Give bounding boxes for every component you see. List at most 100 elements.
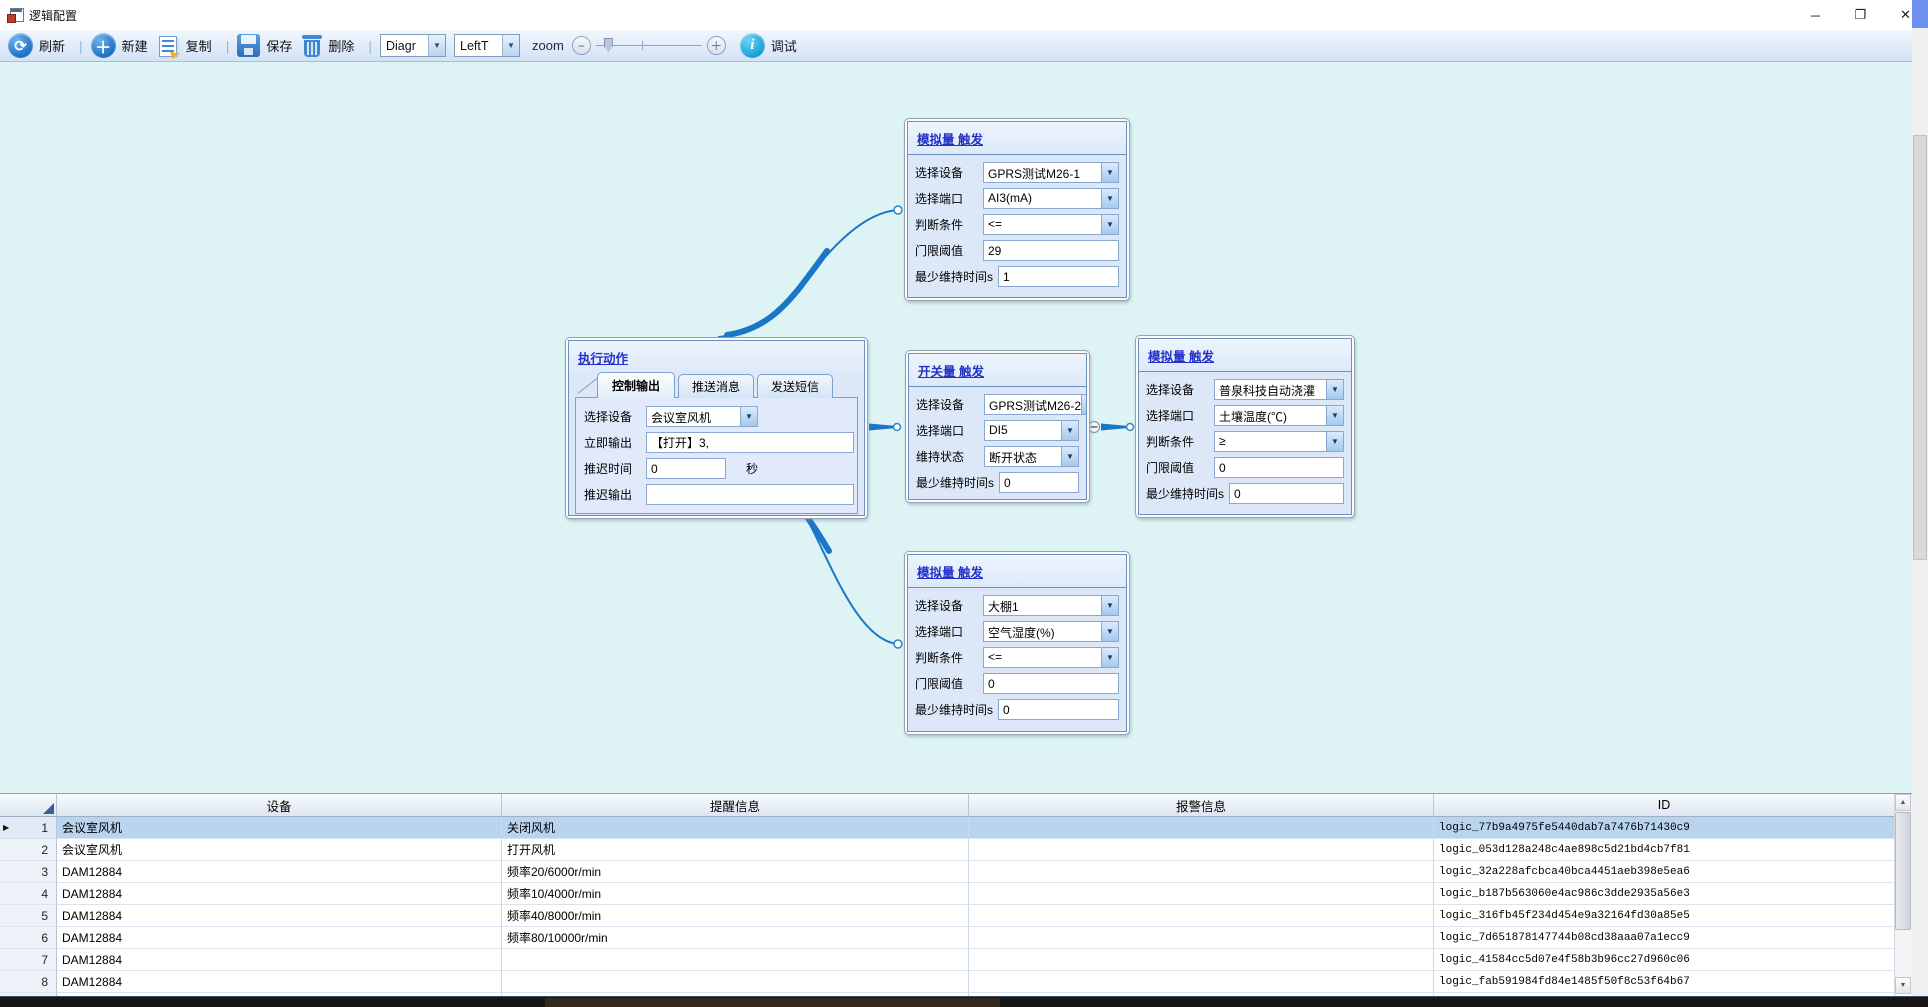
alarm-cell[interactable] <box>969 817 1434 839</box>
column-header-ID[interactable]: ID <box>1434 794 1895 817</box>
chevron-down-icon[interactable]: ▼ <box>1101 622 1118 641</box>
chevron-down-icon[interactable]: ▼ <box>1101 215 1118 234</box>
device-cell[interactable]: DAM12884 <box>57 861 502 883</box>
debug-button[interactable]: i 调试 <box>740 33 797 58</box>
zoom-out-button[interactable]: − <box>572 36 591 55</box>
table-row[interactable]: 8DAM12884logic_fab591984fd84e1485f50f8c5… <box>0 971 1912 993</box>
row-number-cell[interactable]: 2 <box>0 839 57 861</box>
message-cell[interactable]: 频率40/8000r/min <box>502 905 969 927</box>
analog_bottom-field-input[interactable] <box>983 673 1119 694</box>
id-cell[interactable]: logic_053d128a248c4ae898c5d21bd4cb7f81 <box>1434 839 1895 861</box>
column-header-提醒信息[interactable]: 提醒信息 <box>502 794 969 817</box>
message-cell[interactable] <box>502 949 969 971</box>
chevron-down-icon[interactable]: ▼ <box>1101 648 1118 667</box>
table-row[interactable]: 2会议室风机打开风机logic_053d128a248c4ae898c5d21b… <box>0 839 1912 861</box>
chevron-down-icon[interactable]: ▼ <box>1326 406 1343 425</box>
message-cell[interactable]: 频率80/10000r/min <box>502 927 969 949</box>
table-row[interactable]: 3DAM12884频率20/6000r/minlogic_32a228afcbc… <box>0 861 1912 883</box>
chevron-down-icon[interactable]: ▼ <box>1061 421 1078 440</box>
switch-field-select[interactable]: DI5▼ <box>984 420 1079 441</box>
window-scrollbar[interactable] <box>1912 0 1928 996</box>
delete-button[interactable]: 删除 <box>302 34 354 58</box>
layout-direction-select[interactable]: LeftT ▼ <box>454 34 520 57</box>
column-header-设备[interactable]: 设备 <box>57 794 502 817</box>
connector-endpoint[interactable] <box>894 206 902 214</box>
action-field-input[interactable] <box>646 458 726 479</box>
scrollbar-thumb[interactable] <box>1895 812 1911 930</box>
diagram-type-select[interactable]: Diagr ▼ <box>380 34 446 57</box>
analog_right-field-input[interactable] <box>1229 483 1344 504</box>
row-number-cell[interactable]: 5 <box>0 905 57 927</box>
analog_bottom-field-input[interactable] <box>998 699 1119 720</box>
alarm-cell[interactable] <box>969 949 1434 971</box>
diagram-canvas[interactable]: 模拟量 触发选择设备GPRS测试M26-1▼选择端口AI3(mA)▼判断条件<=… <box>0 62 1928 793</box>
node-analog_top[interactable]: 模拟量 触发选择设备GPRS测试M26-1▼选择端口AI3(mA)▼判断条件<=… <box>904 118 1130 301</box>
id-cell[interactable]: logic_32a228afcbca40bca4451aeb398e5ea6 <box>1434 861 1895 883</box>
connector[interactable] <box>869 424 901 431</box>
connector-endpoint[interactable] <box>1127 424 1134 431</box>
device-cell[interactable]: DAM12884 <box>57 927 502 949</box>
node-action[interactable]: 执行动作控制输出推送消息发送短信选择设备会议室风机▼立即输出推迟时间秒推迟输出 <box>565 337 868 519</box>
id-cell[interactable]: logic_b187b563060e4ac986c3dde2935a56e3 <box>1434 883 1895 905</box>
node-analog_right[interactable]: 模拟量 触发选择设备普泉科技自动浇灌▼选择端口土壤温度(℃)▼判断条件≥▼门限阈… <box>1135 335 1355 518</box>
row-number-cell[interactable]: 3 <box>0 861 57 883</box>
connector[interactable] <box>1089 422 1134 433</box>
chevron-down-icon[interactable]: ▼ <box>502 35 519 56</box>
switch-field-select[interactable]: 断开状态▼ <box>984 446 1079 467</box>
message-cell[interactable] <box>502 971 969 993</box>
action-field-select[interactable]: 会议室风机▼ <box>646 406 758 427</box>
restore-button[interactable]: ❐ <box>1838 0 1883 30</box>
device-cell[interactable]: DAM12884 <box>57 971 502 993</box>
chevron-down-icon[interactable]: ▼ <box>1101 163 1118 182</box>
scroll-down-icon[interactable]: ▼ <box>1895 977 1911 994</box>
row-number-cell[interactable]: 6 <box>0 927 57 949</box>
node-title-link[interactable]: 执行动作 <box>578 352 628 366</box>
chevron-down-icon[interactable]: ▼ <box>428 35 445 56</box>
scrollbar-thumb[interactable] <box>1913 135 1927 560</box>
connector-endpoint[interactable] <box>894 640 902 648</box>
alarm-cell[interactable] <box>969 905 1434 927</box>
table-row[interactable]: ▶1会议室风机关闭风机logic_77b9a4975fe5440dab7a747… <box>0 817 1912 839</box>
table-scrollbar[interactable]: ▲ ▼ <box>1894 794 1912 994</box>
node-analog_bottom[interactable]: 模拟量 触发选择设备大棚1▼选择端口空气湿度(%)▼判断条件<=▼门限阈值最少维… <box>904 551 1130 735</box>
device-cell[interactable]: DAM12884 <box>57 949 502 971</box>
save-button[interactable]: 保存 <box>237 34 292 57</box>
chevron-down-icon[interactable]: ▼ <box>1326 380 1343 399</box>
message-cell[interactable]: 关闭风机 <box>502 817 969 839</box>
row-number-cell[interactable]: 7 <box>0 949 57 971</box>
node-title-link[interactable]: 模拟量 触发 <box>917 566 983 580</box>
table-row[interactable]: 6DAM12884频率80/10000r/min logic_7d65187814… <box>0 927 1912 949</box>
chevron-down-icon[interactable]: ▼ <box>740 407 757 426</box>
copy-button[interactable]: 复制 <box>158 34 212 58</box>
analog_top-field-select[interactable]: AI3(mA)▼ <box>983 188 1119 209</box>
analog_top-field-select[interactable]: <=▼ <box>983 214 1119 235</box>
connector-endpoint[interactable] <box>894 424 901 431</box>
alarm-cell[interactable] <box>969 971 1434 993</box>
table-row[interactable]: 4DAM12884频率10/4000r/minlogic_b187b563060… <box>0 883 1912 905</box>
chevron-down-icon[interactable]: ▼ <box>1101 189 1118 208</box>
device-cell[interactable]: 会议室风机 <box>57 817 502 839</box>
table-row[interactable]: 7DAM12884 logic_41584cc5d07e4f58b3b96cc27… <box>0 949 1912 971</box>
chevron-down-icon[interactable]: ▼ <box>1081 395 1087 414</box>
chevron-down-icon[interactable]: ▼ <box>1061 447 1078 466</box>
tab-控制输出[interactable]: 控制输出 <box>597 372 675 398</box>
zoom-in-button[interactable]: ＋ <box>707 36 726 55</box>
node-switch[interactable]: 开关量 触发选择设备GPRS测试M26-2▼选择端口DI5▼维持状态断开状态▼最… <box>905 350 1090 503</box>
action-field-input[interactable] <box>646 432 854 453</box>
analog_bottom-field-select[interactable]: <=▼ <box>983 647 1119 668</box>
id-cell[interactable]: logic_77b9a4975fe5440dab7a7476b71430c9 <box>1434 817 1895 839</box>
analog_bottom-field-select[interactable]: 空气湿度(%)▼ <box>983 621 1119 642</box>
id-cell[interactable]: logic_41584cc5d07e4f58b3b96cc27d960c06 <box>1434 949 1895 971</box>
zoom-slider-thumb[interactable] <box>604 38 613 52</box>
id-cell[interactable]: logic_316fb45f234d454e9a32164fd30a85e5 <box>1434 905 1895 927</box>
minimize-button[interactable]: ─ <box>1793 0 1838 30</box>
alarm-cell[interactable] <box>969 861 1434 883</box>
analog_right-field-select[interactable]: 普泉科技自动浇灌▼ <box>1214 379 1344 400</box>
column-header-报警信息[interactable]: 报警信息 <box>969 794 1434 817</box>
alarm-cell[interactable] <box>969 839 1434 861</box>
chevron-down-icon[interactable]: ▼ <box>1326 432 1343 451</box>
device-cell[interactable]: DAM12884 <box>57 905 502 927</box>
tab-推送消息[interactable]: 推送消息 <box>678 374 754 398</box>
connector[interactable] <box>718 206 902 337</box>
id-cell[interactable]: logic_7d651878147744b08cd38aaa07a1ecc9 <box>1434 927 1895 949</box>
